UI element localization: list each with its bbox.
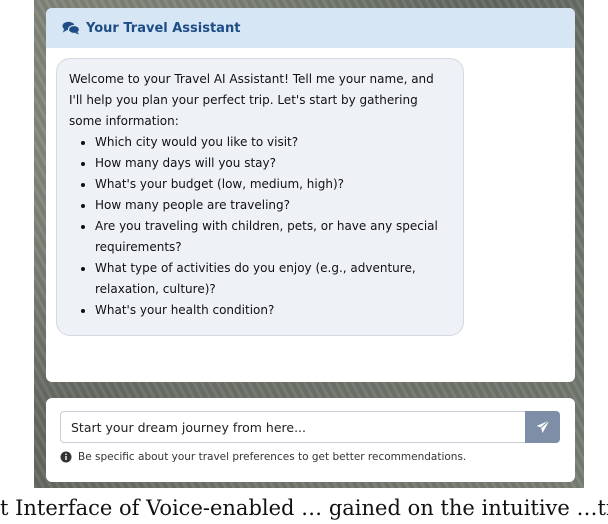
figure-caption: t Interface of Voice-enabled … gained on…: [0, 496, 608, 520]
chat-title: Your Travel Assistant: [86, 20, 241, 36]
comments-icon: [62, 21, 80, 35]
list-item: Which city would you like to visit?: [95, 132, 451, 153]
list-item: What type of activities do you enjoy (e.…: [95, 258, 451, 300]
input-panel: Be specific about your travel preference…: [46, 398, 575, 482]
message-input[interactable]: [60, 411, 525, 443]
list-item: What's your budget (low, medium, high)?: [95, 174, 451, 195]
list-item: How many days will you stay?: [95, 153, 451, 174]
chat-messages: Welcome to your Travel AI Assistant! Tel…: [46, 48, 575, 336]
paper-plane-icon: [536, 420, 550, 433]
list-item: Are you traveling with children, pets, o…: [95, 216, 451, 258]
send-button[interactable]: [525, 411, 560, 443]
input-row: [60, 411, 560, 443]
list-item: What's your health condition?: [95, 300, 451, 321]
list-item: How many people are traveling?: [95, 195, 451, 216]
message-intro: Welcome to your Travel AI Assistant! Tel…: [69, 72, 434, 128]
assistant-message: Welcome to your Travel AI Assistant! Tel…: [56, 58, 464, 336]
chat-panel: Your Travel Assistant Welcome to your Tr…: [46, 8, 575, 382]
chat-header: Your Travel Assistant: [46, 8, 575, 48]
hint-text: Be specific about your travel preference…: [78, 451, 467, 463]
input-hint: Be specific about your travel preference…: [60, 451, 466, 463]
info-circle-icon: [60, 451, 72, 463]
question-list: Which city would you like to visit? How …: [69, 132, 451, 321]
